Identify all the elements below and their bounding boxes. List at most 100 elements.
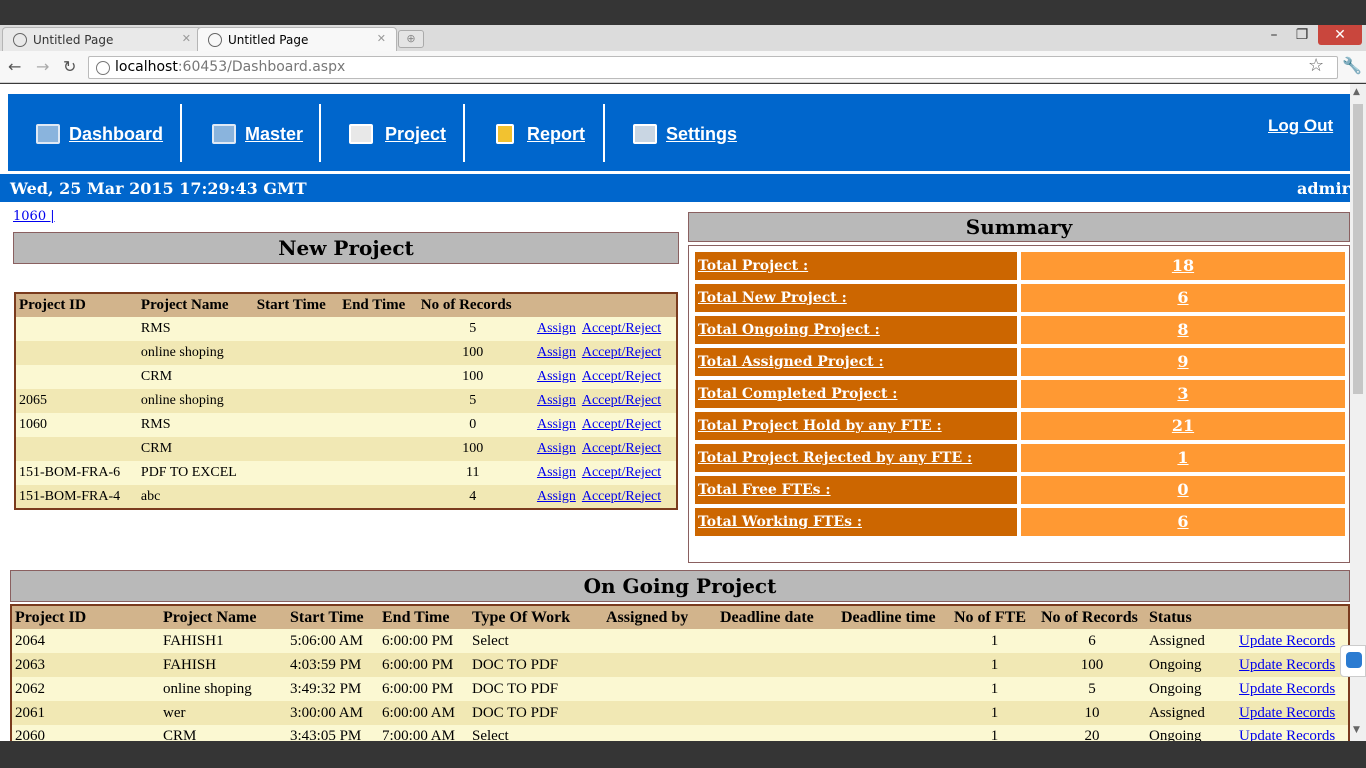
table-cell xyxy=(603,653,717,677)
assign-link[interactable]: Assign xyxy=(537,321,576,336)
assign-link[interactable]: Assign xyxy=(537,465,576,480)
table-cell xyxy=(717,653,838,677)
address-bar[interactable]: localhost:60453/Dashboard.aspx xyxy=(88,56,1338,79)
accept-reject-link[interactable]: Accept/Reject xyxy=(582,441,661,456)
update-records-link[interactable]: Update Records xyxy=(1239,728,1335,741)
teamviewer-badge[interactable] xyxy=(1340,645,1366,677)
column-header: Assigned by xyxy=(603,605,717,629)
summary-value-link[interactable]: 0 xyxy=(1021,476,1345,504)
table-cell: 0 xyxy=(417,413,528,437)
summary-label-link[interactable]: Total Assigned Project : xyxy=(695,348,1017,376)
update-records-link[interactable]: Update Records xyxy=(1239,681,1335,697)
accept-reject-link[interactable]: Accept/Reject xyxy=(582,465,661,480)
summary-value-link[interactable]: 6 xyxy=(1021,284,1345,312)
accept-reject-link[interactable]: Accept/Reject xyxy=(582,489,661,504)
table-cell: DOC TO PDF xyxy=(469,677,603,701)
menu-report[interactable]: Report xyxy=(527,124,585,145)
summary-value-link[interactable]: 1 xyxy=(1021,444,1345,472)
page-favicon-icon xyxy=(13,33,27,47)
accept-reject-link[interactable]: Accept/Reject xyxy=(582,393,661,408)
table-header-row: Project ID Project Name Start Time End T… xyxy=(11,605,1349,629)
column-header: Type Of Work xyxy=(469,605,603,629)
project-id-link[interactable]: 1060 | xyxy=(13,209,55,224)
table-cell xyxy=(253,317,340,341)
minimize-button[interactable]: – xyxy=(1262,25,1286,45)
forward-arrow-icon[interactable]: → xyxy=(36,57,49,76)
table-cell: CRM xyxy=(137,365,254,389)
tab-close-icon[interactable]: ✕ xyxy=(377,32,386,45)
table-row: 2061 wer 3:00:00 AM 6:00:00 AM DOC TO PDF 1 10… xyxy=(11,701,1349,725)
browser-tab-1[interactable]: Untitled Page ✕ xyxy=(2,27,202,51)
tab-title: Untitled Page xyxy=(228,33,309,47)
summary-label-link[interactable]: Total New Project : xyxy=(695,284,1017,312)
scrollbar-thumb[interactable] xyxy=(1353,104,1363,394)
summary-row: Total Free FTEs :0 xyxy=(695,476,1345,504)
summary-value-link[interactable]: 21 xyxy=(1021,412,1345,440)
accept-reject-link[interactable]: Accept/Reject xyxy=(582,345,661,360)
menu-project[interactable]: Project xyxy=(385,124,446,145)
summary-label-link[interactable]: Total Ongoing Project : xyxy=(695,316,1017,344)
menu-master[interactable]: Master xyxy=(245,124,303,145)
close-window-button[interactable]: ✕ xyxy=(1318,25,1362,45)
table-cell: wer xyxy=(160,701,287,725)
accept-reject-link[interactable]: Accept/Reject xyxy=(582,321,661,336)
update-records-link[interactable]: Update Records xyxy=(1239,657,1335,673)
wrench-menu-icon[interactable]: 🔧 xyxy=(1342,56,1362,75)
tab-strip: Untitled Page ✕ Untitled Page ✕ xyxy=(0,25,1366,52)
monitor-icon xyxy=(212,124,236,144)
table-cell: online shoping xyxy=(137,341,254,365)
assign-link[interactable]: Assign xyxy=(537,417,576,432)
summary-label-link[interactable]: Total Project Rejected by any FTE : xyxy=(695,444,1017,472)
scroll-down-icon[interactable]: ▼ xyxy=(1353,725,1360,735)
summary-value-link[interactable]: 8 xyxy=(1021,316,1345,344)
summary-label-link[interactable]: Total Project : xyxy=(695,252,1017,280)
tab-close-icon[interactable]: ✕ xyxy=(182,32,191,45)
logout-link[interactable]: Log Out xyxy=(1268,116,1333,136)
menu-dashboard[interactable]: Dashboard xyxy=(69,124,163,145)
bookmark-star-icon[interactable]: ☆ xyxy=(1308,55,1324,76)
table-cell xyxy=(717,701,838,725)
table-cell: 2064 xyxy=(11,629,160,653)
assign-link[interactable]: Assign xyxy=(537,369,576,384)
assign-link[interactable]: Assign xyxy=(537,441,576,456)
table-cell: Assign xyxy=(527,413,579,437)
table-cell: 2063 xyxy=(11,653,160,677)
summary-label-link[interactable]: Total Free FTEs : xyxy=(695,476,1017,504)
browser-window: Untitled Page ✕ Untitled Page ✕ ⊕ – ❐ ✕ … xyxy=(0,0,1366,768)
table-cell: 10 xyxy=(1038,701,1146,725)
update-records-link[interactable]: Update Records xyxy=(1239,705,1335,721)
table-cell xyxy=(603,677,717,701)
vertical-scrollbar[interactable]: ▲ ▼ xyxy=(1350,84,1366,741)
column-header: No of Records xyxy=(417,293,528,317)
table-cell: Accept/Reject xyxy=(578,461,677,485)
table-cell: 6:00:00 PM xyxy=(379,629,469,653)
reload-icon[interactable]: ↻ xyxy=(63,57,76,76)
menu-settings[interactable]: Settings xyxy=(666,124,737,145)
table-cell: Assigned xyxy=(1146,629,1236,653)
table-cell: 4:03:59 PM xyxy=(287,653,379,677)
back-arrow-icon[interactable]: ← xyxy=(8,57,21,76)
restore-button[interactable]: ❐ xyxy=(1290,25,1314,45)
browser-tab-2[interactable]: Untitled Page ✕ xyxy=(197,27,397,52)
summary-value-link[interactable]: 3 xyxy=(1021,380,1345,408)
summary-label-link[interactable]: Total Project Hold by any FTE : xyxy=(695,412,1017,440)
summary-value-link[interactable]: 18 xyxy=(1021,252,1345,280)
table-cell: 3:00:00 AM xyxy=(287,701,379,725)
summary-label-link[interactable]: Total Completed Project : xyxy=(695,380,1017,408)
assign-link[interactable]: Assign xyxy=(537,345,576,360)
accept-reject-link[interactable]: Accept/Reject xyxy=(582,369,661,384)
assign-link[interactable]: Assign xyxy=(537,393,576,408)
page-favicon-icon xyxy=(208,33,222,47)
update-records-link[interactable]: Update Records xyxy=(1239,633,1335,649)
table-row: CRM 100 Assign Accept/Reject xyxy=(15,365,677,389)
summary-value-link[interactable]: 6 xyxy=(1021,508,1345,536)
new-tab-button[interactable]: ⊕ xyxy=(398,30,424,48)
table-cell xyxy=(339,389,418,413)
bar-chart-icon xyxy=(496,124,514,144)
assign-link[interactable]: Assign xyxy=(537,489,576,504)
scroll-up-icon[interactable]: ▲ xyxy=(1353,87,1360,97)
summary-label-link[interactable]: Total Working FTEs : xyxy=(695,508,1017,536)
summary-value-link[interactable]: 9 xyxy=(1021,348,1345,376)
accept-reject-link[interactable]: Accept/Reject xyxy=(582,417,661,432)
table-cell xyxy=(339,365,418,389)
